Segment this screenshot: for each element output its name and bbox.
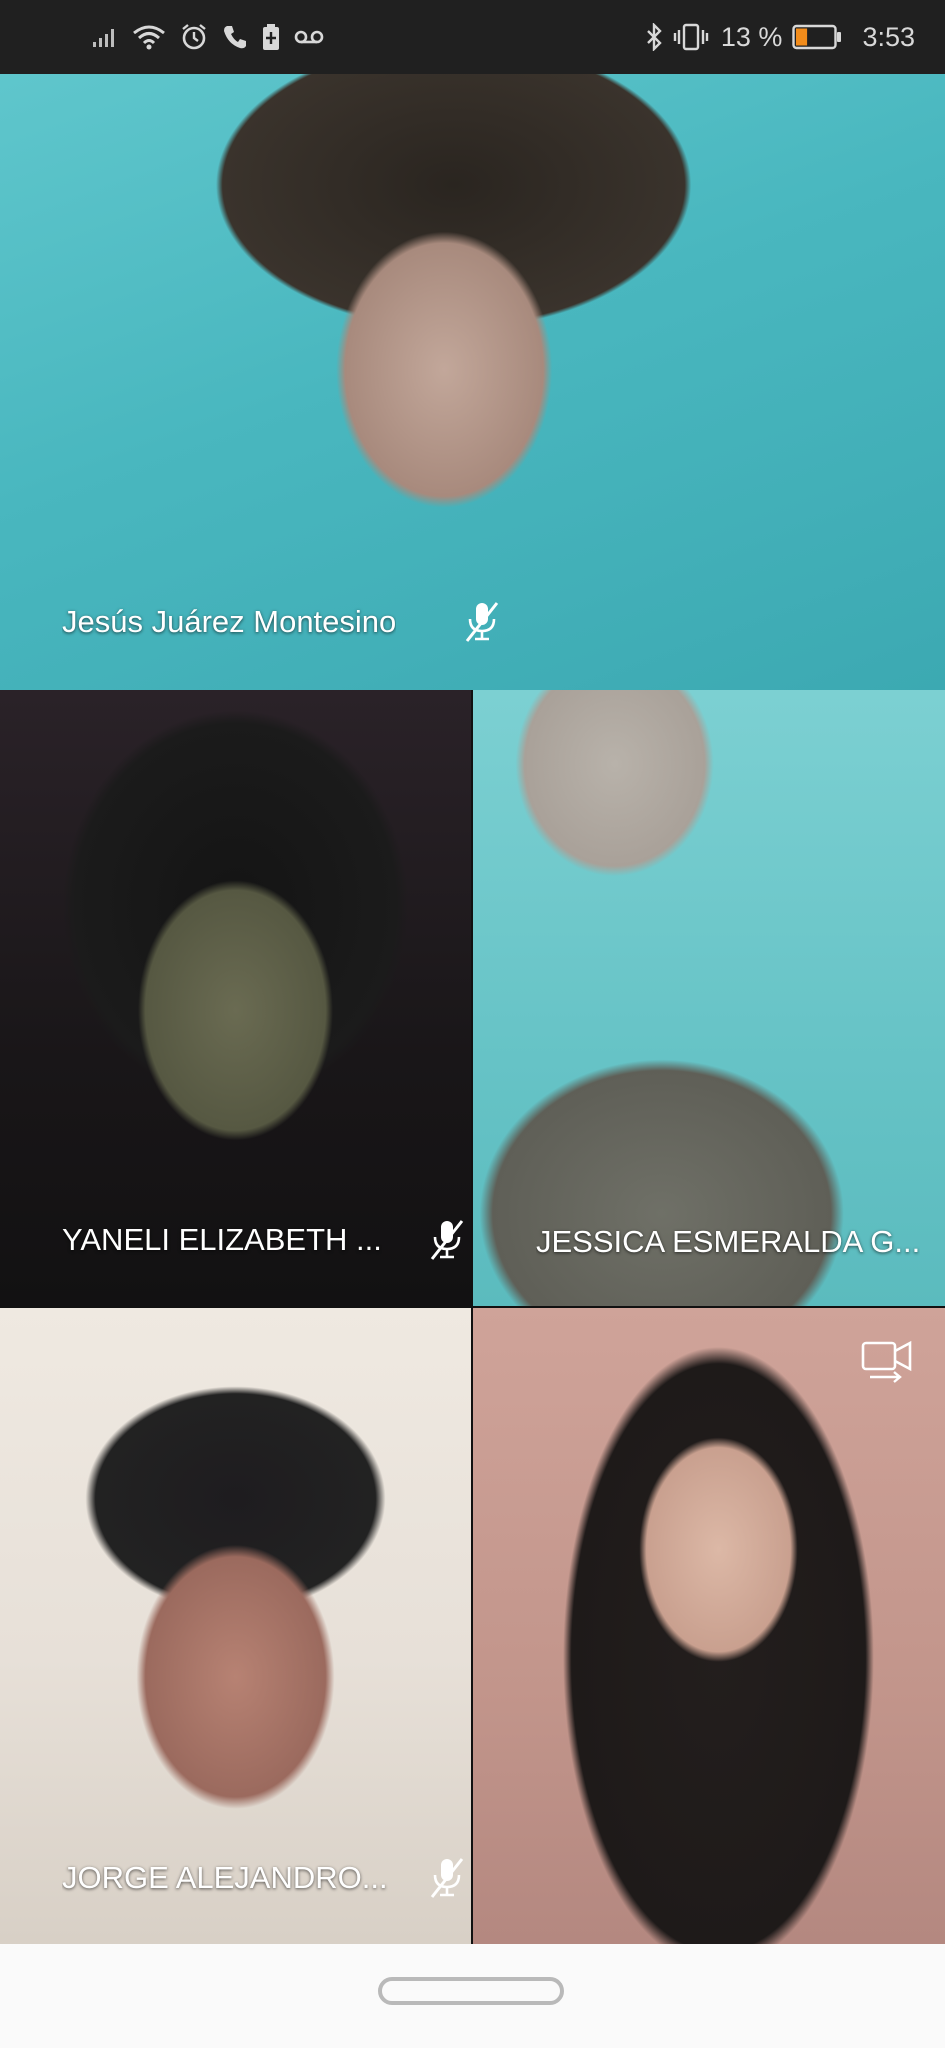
home-gesture-handle[interactable] <box>378 1977 564 2005</box>
mic-off-icon <box>460 598 504 646</box>
participant-name: JORGE ALEJANDRO... <box>62 1860 388 1895</box>
participant-name: JESSICA ESMERALDA G... <box>536 1224 921 1259</box>
mic-off-icon <box>425 1854 469 1902</box>
navigation-bar <box>0 1944 945 2048</box>
mic-off-icon <box>425 1216 469 1264</box>
bluetooth-icon <box>645 23 663 51</box>
status-bar: 13 % 3:53 <box>0 0 945 74</box>
battery-percent: 13 % <box>720 21 783 52</box>
vibrate-icon <box>673 23 709 51</box>
video-tile-main[interactable]: Jesús Juárez Montesino <box>0 74 945 690</box>
video-tile-self[interactable] <box>473 1308 945 1944</box>
clock: 3:53 <box>862 21 915 52</box>
video-tile-yaneli[interactable]: YANELI ELIZABETH ... <box>0 690 471 1306</box>
voicemail-icon <box>294 28 324 46</box>
phone-icon <box>222 24 248 50</box>
status-bar-left <box>92 0 324 74</box>
status-bar-right: 13 % 3:53 <box>645 0 915 74</box>
participant-name: YANELI ELIZABETH ... <box>62 1222 382 1257</box>
video-tile-jessica[interactable]: JESSICA ESMERALDA G... <box>473 690 945 1306</box>
battery-saver-icon <box>262 23 280 51</box>
wifi-icon <box>132 23 166 51</box>
participant-name: Jesús Juárez Montesino <box>62 604 397 639</box>
video-call-screen: 13 % 3:53 Jesús Juárez Montesino YANELI … <box>0 0 945 2048</box>
switch-camera-icon[interactable] <box>859 1336 917 1388</box>
video-tile-jorge[interactable]: JORGE ALEJANDRO... <box>0 1308 471 1944</box>
battery-icon <box>792 24 842 50</box>
signal-icon <box>92 26 118 48</box>
alarm-icon <box>180 23 208 51</box>
